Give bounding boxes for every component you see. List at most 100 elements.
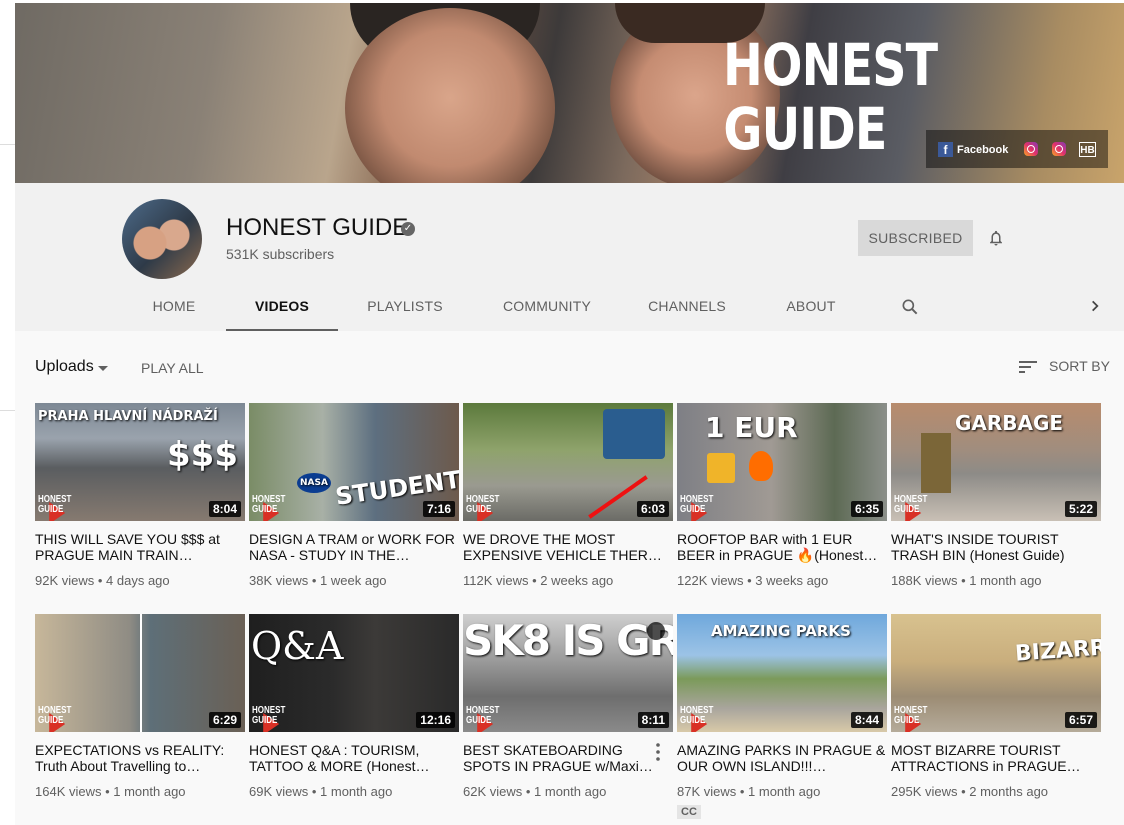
tab-about[interactable]: ABOUT bbox=[775, 283, 847, 329]
video-title[interactable]: THIS WILL SAVE YOU $$$ at PRAGUE MAIN TR… bbox=[35, 531, 245, 563]
honest-guide-logo: HONEST GUIDE bbox=[38, 494, 72, 521]
video-card[interactable]: PRAHA HLAVNÍ NÁDRAŽÍ $$$ HONEST GUIDE 8:0… bbox=[35, 403, 245, 588]
video-title[interactable]: WHAT'S INSIDE TOURIST TRASH BIN (Honest … bbox=[891, 531, 1101, 563]
thumbnail-text: 1 EUR bbox=[705, 411, 798, 444]
channel-header: HONEST GUIDE ✓ 531K subscribers SUBSCRIB… bbox=[15, 183, 1124, 332]
sort-by-button[interactable]: SORT BY bbox=[1049, 358, 1110, 374]
video-duration: 6:29 bbox=[208, 712, 241, 728]
video-duration: 8:04 bbox=[208, 501, 241, 517]
hb-link[interactable]: HB bbox=[1079, 142, 1096, 157]
video-duration: 6:03 bbox=[636, 501, 669, 517]
video-card[interactable]: HONEST GUIDE 6:03 WE DROVE THE MOST EXPEN… bbox=[463, 403, 673, 588]
tab-channels[interactable]: CHANNELS bbox=[637, 283, 737, 329]
subscribed-button[interactable]: SUBSCRIBED bbox=[858, 220, 973, 256]
thumbnail-text: AMAZING PARKS bbox=[711, 622, 851, 640]
tab-community[interactable]: COMMUNITY bbox=[491, 283, 603, 329]
video-duration: 8:11 bbox=[637, 712, 669, 728]
video-duration: 8:44 bbox=[850, 712, 883, 728]
honest-guide-logo: HONEST GUIDE bbox=[894, 494, 928, 521]
tram-vehicle bbox=[603, 409, 665, 459]
video-card[interactable]: HONEST GUIDE 6:29 EXPECTATIONS vs REALITY… bbox=[35, 614, 245, 799]
video-thumbnail[interactable]: AMAZING PARKS HONEST GUIDE 8:44 bbox=[677, 614, 887, 732]
video-title[interactable]: MOST BIZARRE TOURIST ATTRACTIONS in PRAG… bbox=[891, 742, 1101, 774]
channel-banner: HONEST GUIDE f Facebook HB bbox=[15, 3, 1124, 183]
video-title[interactable]: EXPECTATIONS vs REALITY: Truth About Tra… bbox=[35, 742, 245, 774]
caret-down-icon[interactable] bbox=[98, 366, 108, 371]
video-thumbnail[interactable]: 1 EUR HONEST GUIDE 6:35 bbox=[677, 403, 887, 521]
beer-glass-icon bbox=[707, 453, 735, 483]
tab-playlists[interactable]: PLAYLISTS bbox=[355, 283, 455, 329]
video-card[interactable]: GARBAGE HONEST GUIDE 5:22 WHAT'S INSIDE T… bbox=[891, 403, 1101, 588]
video-meta: 38K views • 1 week ago bbox=[249, 573, 387, 588]
video-thumbnail[interactable]: SK8 IS GRE HONESTGUIDE 8:11 bbox=[463, 614, 673, 732]
play-all-button[interactable]: PLAY ALL bbox=[141, 360, 204, 376]
video-thumbnail[interactable]: BIZARRE HONEST GUIDE 6:57 bbox=[891, 614, 1101, 732]
video-meta: 92K views • 4 days ago bbox=[35, 573, 170, 588]
video-meta: 87K views • 1 month ago bbox=[677, 784, 821, 799]
video-card[interactable]: BIZARRE HONEST GUIDE 6:57 MOST BIZARRE TO… bbox=[891, 614, 1101, 799]
video-title[interactable]: HONEST Q&A : TOURISM, TATTOO & MORE (Hon… bbox=[249, 742, 459, 774]
banner-links: f Facebook HB bbox=[926, 130, 1108, 168]
thumbnail-text: BIZARRE bbox=[1014, 634, 1101, 667]
video-thumbnail[interactable]: NASA STUDENTS HONEST GUIDE 7:16 bbox=[249, 403, 459, 521]
facebook-icon: f bbox=[938, 142, 953, 157]
split-divider bbox=[140, 614, 142, 732]
instagram-icon[interactable] bbox=[1024, 142, 1038, 156]
video-duration: 6:57 bbox=[1064, 712, 1097, 728]
video-title[interactable]: DESIGN A TRAM or WORK FOR NASA - STUDY I… bbox=[249, 531, 459, 563]
video-duration: 6:35 bbox=[850, 501, 883, 517]
video-meta: 112K views • 2 weeks ago bbox=[463, 573, 614, 588]
honest-guide-logo: HONEST GUIDE bbox=[38, 705, 72, 732]
instagram-icon[interactable] bbox=[1052, 142, 1066, 156]
notification-bell-icon[interactable] bbox=[987, 229, 1005, 247]
subscriber-count: 531K subscribers bbox=[226, 246, 335, 262]
fire-icon bbox=[749, 451, 773, 481]
honest-guide-logo: HONEST GUIDE bbox=[252, 705, 286, 732]
channel-avatar[interactable] bbox=[122, 199, 202, 279]
video-thumbnail[interactable]: HONEST GUIDE 6:29 bbox=[35, 614, 245, 732]
thumbnail-text: $$$ bbox=[167, 435, 238, 475]
honest-guide-logo: HONEST GUIDE bbox=[680, 494, 714, 521]
video-thumbnail[interactable]: GARBAGE HONEST GUIDE 5:22 bbox=[891, 403, 1101, 521]
video-thumbnail[interactable]: Q&A HONEST GUIDE 12:16 bbox=[249, 614, 459, 732]
video-title[interactable]: WE DROVE THE MOST EXPENSIVE VEHICLE THER… bbox=[463, 531, 673, 563]
closed-captions-badge: CC bbox=[677, 805, 701, 819]
video-title[interactable]: BEST SKATEBOARDING SPOTS IN PRAGUE w/Max… bbox=[463, 742, 673, 774]
video-meta: 62K views • 1 month ago bbox=[463, 784, 607, 799]
video-duration: 5:22 bbox=[1064, 501, 1097, 517]
tab-home[interactable]: HOME bbox=[139, 283, 209, 329]
video-meta: 69K views • 1 month ago bbox=[249, 784, 393, 799]
video-title[interactable]: ROOFTOP BAR with 1 EUR BEER in PRAGUE 🔥(… bbox=[677, 531, 887, 563]
divider bbox=[0, 144, 15, 145]
channel-tabs: HOME VIDEOS PLAYLISTS COMMUNITY CHANNELS… bbox=[15, 283, 1124, 332]
sort-icon[interactable] bbox=[1019, 359, 1039, 375]
thumbnail-caption: PRAHA HLAVNÍ NÁDRAŽÍ bbox=[38, 409, 218, 424]
tab-videos[interactable]: VIDEOS bbox=[226, 283, 338, 332]
divider bbox=[0, 410, 15, 411]
banner-title: HONEST GUIDE bbox=[723, 31, 938, 163]
verified-check-icon: ✓ bbox=[401, 222, 415, 236]
video-card[interactable]: NASA STUDENTS HONEST GUIDE 7:16 DESIGN A … bbox=[249, 403, 459, 588]
video-thumbnail[interactable]: HONEST GUIDE 6:03 bbox=[463, 403, 673, 521]
honest-guide-logo: HONEST GUIDE bbox=[680, 705, 714, 732]
video-meta: 188K views • 1 month ago bbox=[891, 573, 1042, 588]
uploads-dropdown[interactable]: Uploads bbox=[35, 358, 94, 376]
facebook-link[interactable]: f Facebook bbox=[938, 142, 1008, 157]
video-card[interactable]: AMAZING PARKS HONEST GUIDE 8:44 AMAZING P… bbox=[677, 614, 887, 820]
search-icon[interactable] bbox=[900, 297, 920, 317]
video-duration: 12:16 bbox=[416, 712, 455, 728]
more-options-icon[interactable] bbox=[656, 743, 660, 761]
chevron-right-icon[interactable] bbox=[1088, 299, 1102, 313]
video-thumbnail[interactable]: PRAHA HLAVNÍ NÁDRAŽÍ $$$ HONEST GUIDE 8:0… bbox=[35, 403, 245, 521]
video-card[interactable]: 1 EUR HONEST GUIDE 6:35 ROOFTOP BAR with … bbox=[677, 403, 887, 588]
video-title[interactable]: AMAZING PARKS IN PRAGUE & OUR OWN ISLAND… bbox=[677, 742, 887, 774]
honest-guide-logo: HONEST GUIDE bbox=[894, 705, 928, 732]
honest-guide-logo: HONEST GUIDE bbox=[466, 494, 500, 521]
video-card[interactable]: SK8 IS GRE HONESTGUIDE 8:11 BEST SKATEBO… bbox=[463, 614, 673, 799]
honest-guide-logo: HONEST GUIDE bbox=[252, 494, 286, 521]
watch-later-icon[interactable] bbox=[647, 622, 665, 640]
channel-name: HONEST GUIDE bbox=[226, 214, 409, 241]
videos-content: Uploads PLAY ALL SORT BY PRAHA HLAVNÍ NÁ… bbox=[0, 331, 1124, 825]
thumbnail-text: GARBAGE bbox=[955, 411, 1064, 435]
video-card[interactable]: Q&A HONEST GUIDE 12:16 HONEST Q&A : TOURI… bbox=[249, 614, 459, 799]
